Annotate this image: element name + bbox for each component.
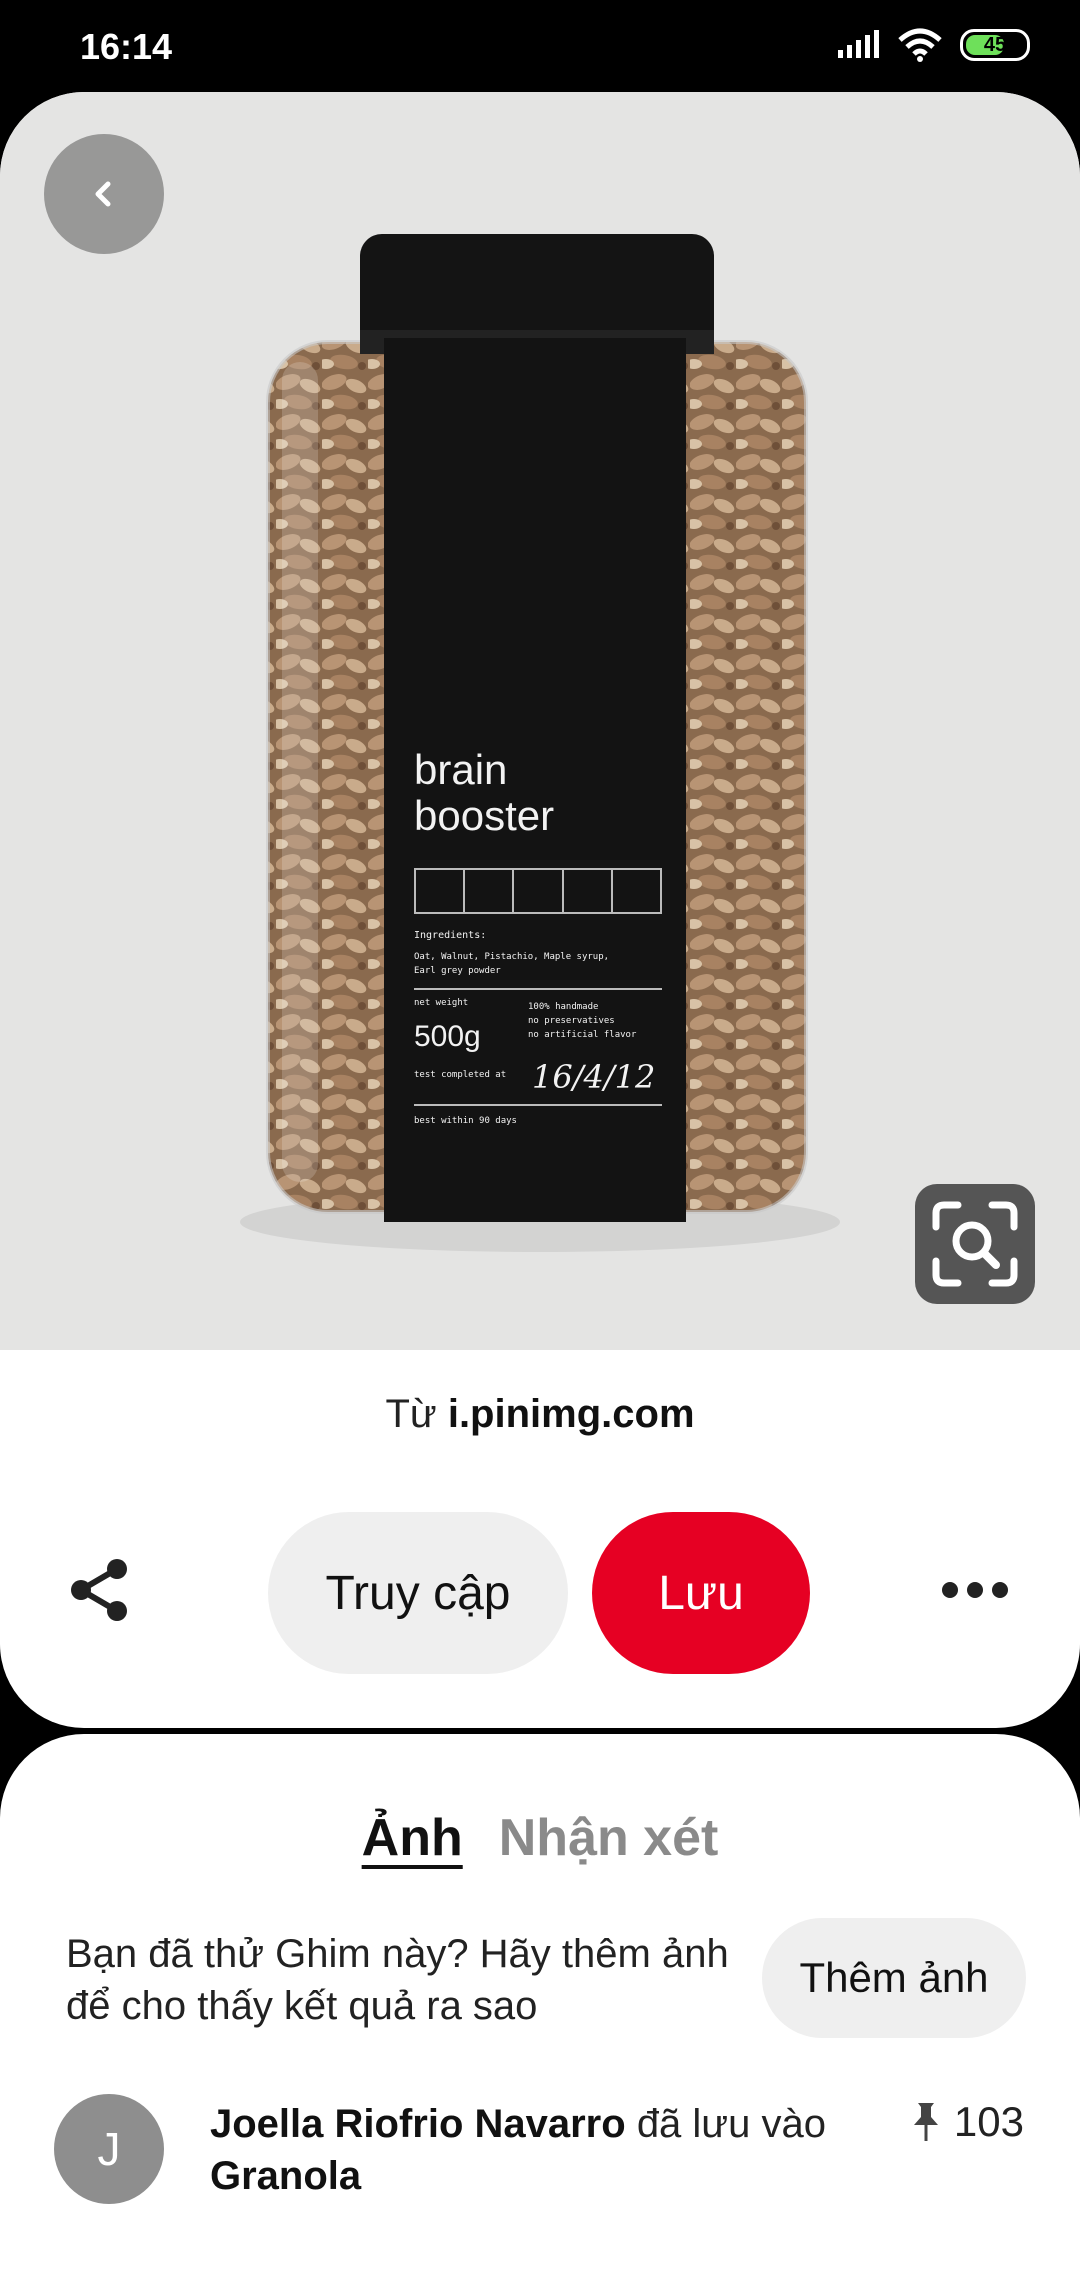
leaf-icon — [564, 870, 613, 912]
label-ingredients-title: Ingredients: — [414, 930, 487, 941]
tab-photos[interactable]: Ảnh — [362, 1808, 463, 1868]
details-card: Ảnh Nhận xét Bạn đã thử Ghim này? Hãy th… — [0, 1734, 1080, 2294]
label-icon-row — [414, 868, 662, 914]
more-options-button[interactable] — [930, 1560, 1020, 1620]
battery-level: 45 — [983, 33, 1007, 56]
label-divider — [414, 988, 662, 990]
signal-icon — [838, 30, 879, 58]
visit-button[interactable]: Truy cập — [268, 1512, 568, 1674]
wheat-icon — [416, 870, 466, 912]
apple-icon — [465, 870, 515, 912]
saver-name[interactable]: Joella Riofrio Navarro — [210, 2102, 626, 2146]
label-net-weight-title: net weight — [414, 998, 469, 1008]
label-ingredients-line2: Earl grey powder — [414, 966, 501, 976]
label-net-weight: 500g — [414, 1020, 481, 1053]
saver-row: J Joella Riofrio Navarro đã lưu vào Gran… — [54, 2094, 1034, 2214]
label-test-date: 16/4/12 — [532, 1058, 656, 1096]
wifi-icon — [898, 28, 942, 62]
label-test-title: test completed at — [414, 1070, 507, 1080]
pin-image[interactable]: brain booster Ingredients: Oat, Walnut, … — [0, 92, 1080, 1350]
back-button[interactable] — [44, 134, 164, 254]
details-tabs: Ảnh Nhận xét — [0, 1808, 1080, 1868]
label-notes-2: no preservatives — [528, 1016, 615, 1026]
save-count: 103 — [912, 2098, 1024, 2146]
label-brand-line1: brain — [414, 746, 508, 793]
label-brand-line2: booster — [414, 792, 555, 839]
status-bar: 16:14 45 — [0, 0, 1080, 92]
source-domain[interactable]: i.pinimg.com — [448, 1392, 695, 1436]
status-icons: 45 — [836, 28, 1030, 62]
chevron-left-icon — [95, 181, 111, 207]
saver-text: Joella Riofrio Navarro đã lưu vào Granol… — [210, 2098, 850, 2202]
save-count-value: 103 — [953, 2098, 1024, 2145]
saver-action: đã lưu vào — [636, 2102, 826, 2146]
status-time: 16:14 — [80, 26, 173, 67]
visual-search-button[interactable] — [915, 1184, 1035, 1304]
label-best-within: best within 90 days — [414, 1116, 517, 1126]
pin-source[interactable]: Từ i.pinimg.com — [0, 1392, 1080, 1437]
label-notes-1: 100% handmade — [528, 1002, 599, 1012]
pin-card: brain booster Ingredients: Oat, Walnut, … — [0, 92, 1080, 1728]
visual-search-icon — [932, 1201, 1018, 1287]
add-photo-button[interactable]: Thêm ảnh — [762, 1918, 1026, 2038]
label-ingredients-line1: Oat, Walnut, Pistachio, Maple syrup, — [414, 952, 610, 962]
save-button[interactable]: Lưu — [592, 1512, 810, 1674]
share-button[interactable] — [60, 1550, 140, 1630]
label-notes-3: no artificial flavor — [528, 1030, 637, 1040]
tried-prompt: Bạn đã thử Ghim này? Hãy thêm ảnh để cho… — [66, 1932, 729, 2028]
jar-label: brain booster Ingredients: Oat, Walnut, … — [384, 338, 686, 1222]
share-icon — [71, 1559, 127, 1621]
nut-icon — [514, 870, 564, 912]
pushpin-icon — [913, 2103, 938, 2141]
label-divider-2 — [414, 1104, 662, 1106]
flask-icon — [613, 870, 660, 912]
source-prefix: Từ — [385, 1392, 437, 1436]
saver-board[interactable]: Granola — [210, 2154, 361, 2198]
battery-icon: 45 — [960, 29, 1030, 61]
more-icon — [942, 1582, 1008, 1598]
avatar[interactable]: J — [54, 2094, 164, 2204]
tab-comments[interactable]: Nhận xét — [499, 1808, 719, 1868]
